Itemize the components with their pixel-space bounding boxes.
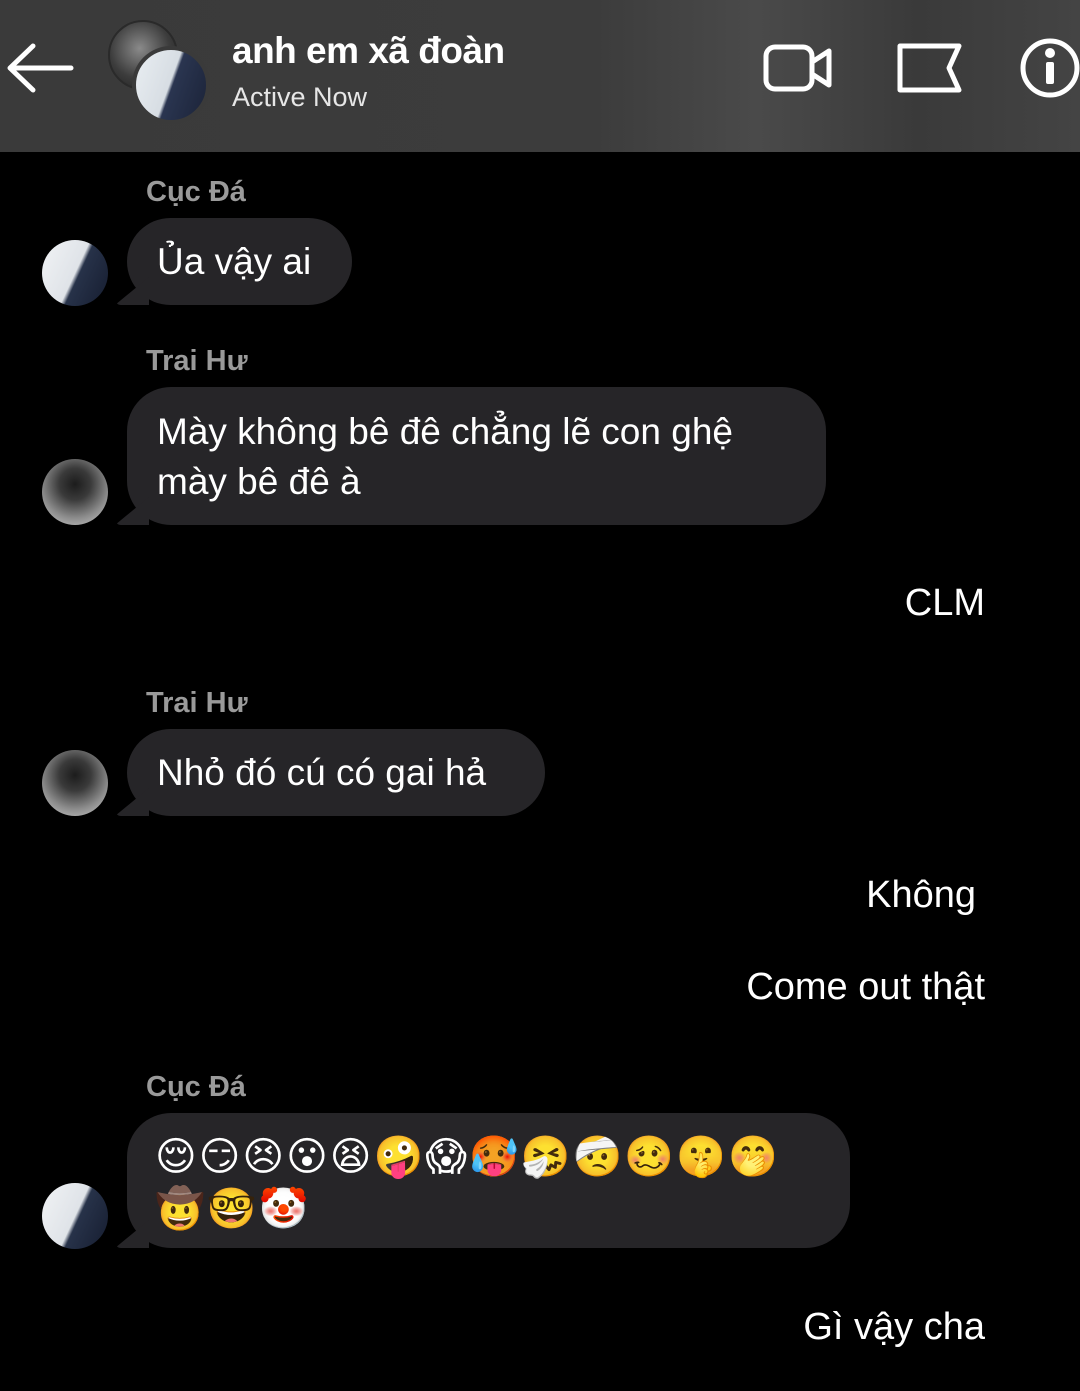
emoji-line: 😌😏😣😮😫🤪😱🥵🤧🤕🥴🤫🤭 (155, 1134, 780, 1180)
chat-header: anh em xã đoàn Active Now (0, 0, 1080, 152)
sender-name: Cục Đá (146, 1071, 246, 1103)
sender-name: Trai Hư (146, 345, 248, 377)
bubble-tail (115, 1220, 149, 1248)
bubble-tail (115, 788, 149, 816)
my-message[interactable]: Gì vậy cha (803, 1306, 985, 1349)
info-icon (1020, 38, 1080, 98)
message-bubble[interactable]: 😌😏😣😮😫🤪😱🥵🤧🤕🥴🤫🤭 🤠🤓🤡 (115, 1113, 850, 1248)
avatar[interactable] (42, 1183, 108, 1249)
emoji-line: 🤠🤓🤡 (155, 1186, 311, 1232)
avatar[interactable] (42, 459, 108, 525)
group-avatar[interactable] (104, 20, 210, 124)
message-text: Nhỏ đó cú có gai hả (157, 751, 487, 793)
message-text-line: mày bê đê à (157, 461, 361, 502)
my-message[interactable]: CLM (905, 582, 985, 625)
avatar[interactable] (42, 240, 108, 306)
chat-title[interactable]: anh em xã đoàn (232, 30, 505, 72)
bubble-tail (115, 277, 149, 305)
message-bubble[interactable]: Mày không bê đê chẳng lẽ con ghệ mày bê … (115, 387, 826, 525)
sender-name: Cục Đá (146, 176, 246, 208)
avatar[interactable] (42, 750, 108, 816)
back-arrow-icon (7, 43, 74, 93)
bubble-tail (115, 497, 149, 525)
message-bubble[interactable]: Nhỏ đó cú có gai hả (115, 729, 545, 816)
group-member-avatar-2 (132, 46, 210, 124)
video-call-button[interactable] (762, 36, 834, 100)
active-status: Active Now (232, 82, 368, 112)
message-bubble[interactable]: Ủa vậy ai (115, 218, 352, 305)
flag-button[interactable] (895, 36, 967, 100)
video-camera-icon (763, 44, 832, 92)
message-text-line: Mày không bê đê chẳng lẽ con ghệ (157, 411, 733, 452)
my-message[interactable]: Come out thật (746, 966, 985, 1009)
sender-name: Trai Hư (146, 687, 248, 719)
message-text: Ủa vậy ai (157, 240, 312, 282)
flag-icon (897, 43, 962, 93)
back-button[interactable] (4, 40, 76, 96)
my-message[interactable]: Không (866, 874, 976, 917)
info-button[interactable] (1014, 36, 1080, 100)
